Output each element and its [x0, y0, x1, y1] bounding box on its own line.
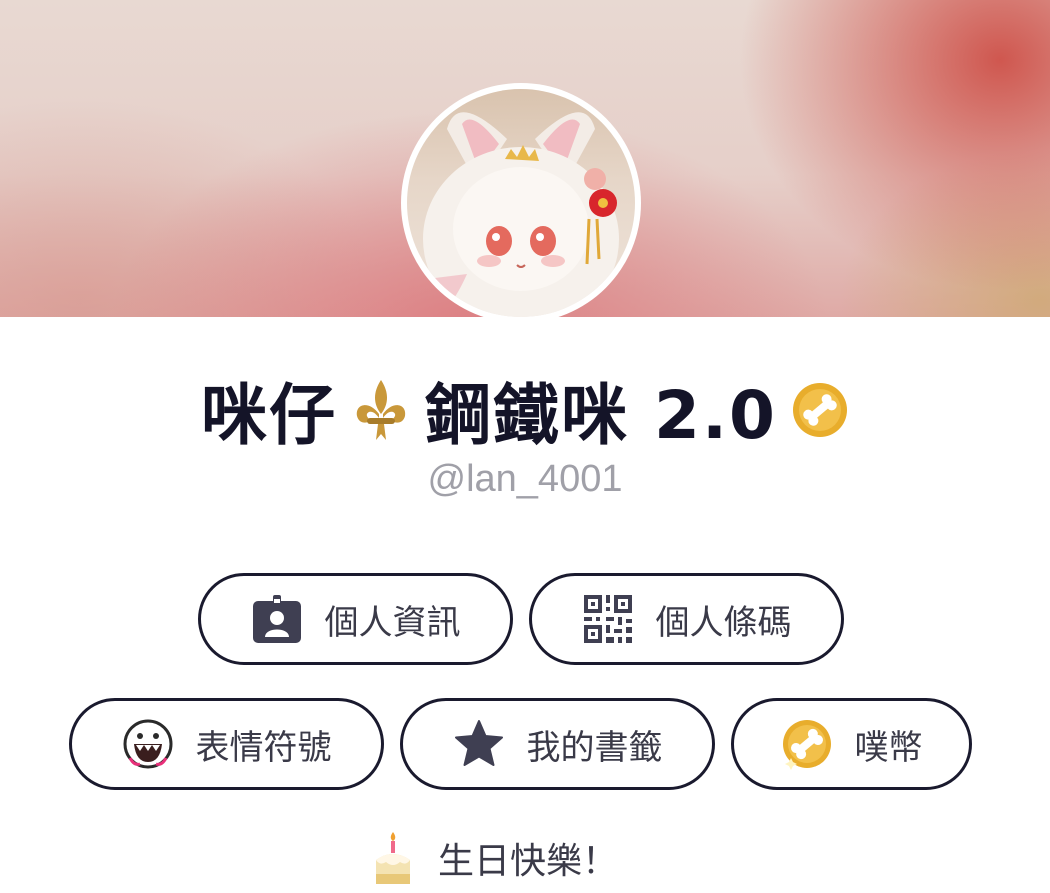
bone-coin-icon[interactable]: [791, 381, 849, 439]
display-name-part1: 咪仔: [201, 377, 338, 454]
qr-code-label: 個人條碼: [655, 602, 792, 643]
avatar-image: [407, 89, 635, 317]
emoticons-label: 表情符號: [195, 727, 332, 768]
profile-info-button[interactable]: 個人資訊: [198, 573, 513, 665]
username-handle: @lan_4001: [427, 458, 623, 500]
avatar[interactable]: [401, 83, 641, 323]
grinning-face-icon: [122, 718, 174, 770]
fleur-de-lis-icon: [345, 374, 417, 446]
birthday-text: 生日快樂！: [438, 841, 619, 882]
bookmarks-label: 我的書籤: [526, 727, 663, 768]
profile-info-label: 個人資訊: [324, 602, 461, 643]
qr-code-button[interactable]: 個人條碼: [529, 573, 844, 665]
profile-name: 咪仔 鋼鐵咪 2.0: [0, 362, 1050, 458]
birthday-row: 生日快樂！: [370, 828, 618, 888]
bone-coin-icon: [781, 718, 833, 770]
id-card-icon: [251, 593, 303, 645]
display-name-part2: 鋼鐵咪 2.0: [425, 377, 777, 454]
star-icon: [453, 718, 505, 770]
bookmarks-button[interactable]: 我的書籤: [400, 698, 715, 790]
emoticons-button[interactable]: 表情符號: [69, 698, 384, 790]
coins-label: 噗幣: [854, 727, 923, 768]
qr-code-icon: [582, 593, 634, 645]
coins-button[interactable]: 噗幣: [731, 698, 972, 790]
birthday-cake-icon: [370, 830, 416, 886]
